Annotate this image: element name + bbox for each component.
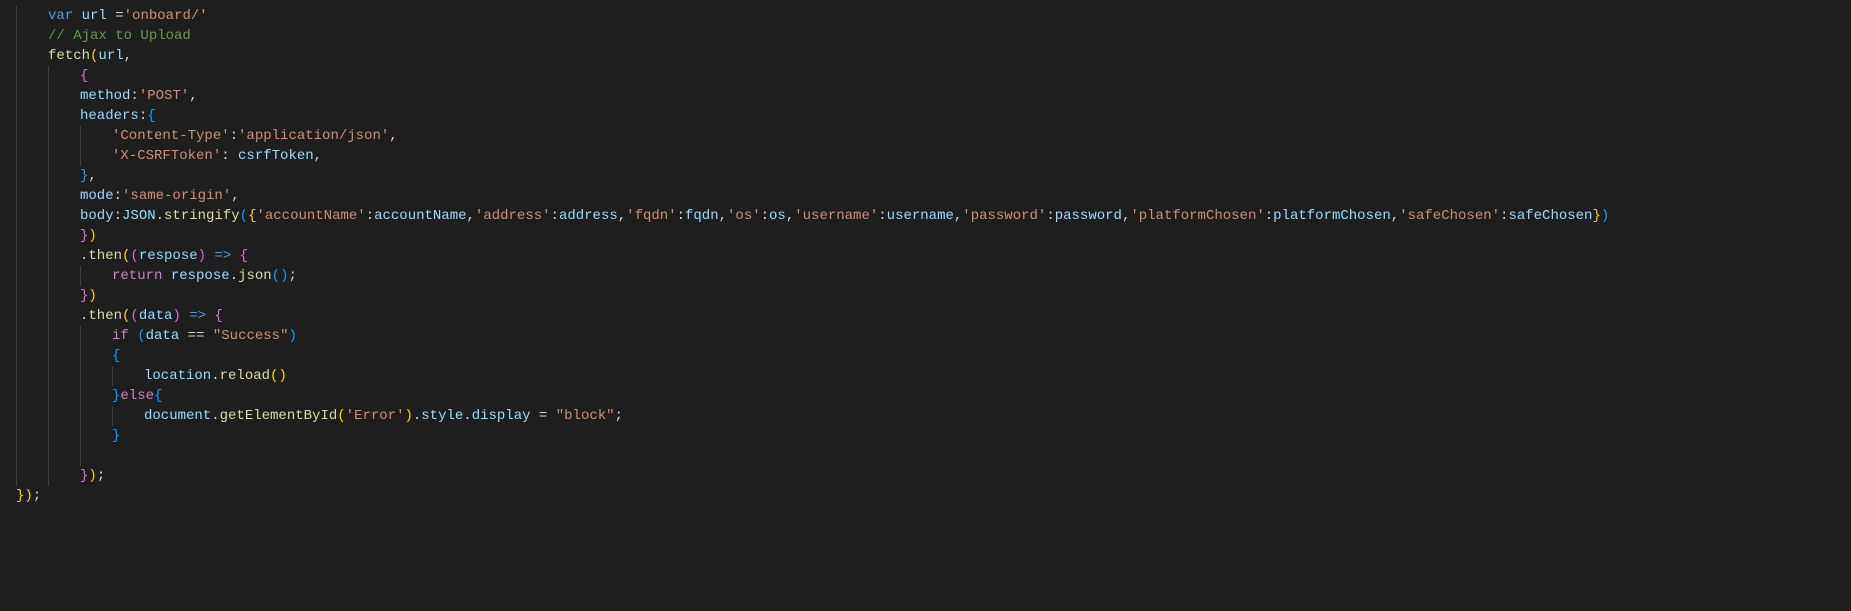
code-line[interactable]: {: [0, 346, 1851, 366]
code-content: if (data == "Success"): [112, 326, 297, 346]
code-line[interactable]: method:'POST',: [0, 86, 1851, 106]
code-content: 'Content-Type':'application/json',: [112, 126, 398, 146]
code-content: });: [16, 486, 41, 506]
code-line[interactable]: 'Content-Type':'application/json',: [0, 126, 1851, 146]
code-content: return respose.json();: [112, 266, 297, 286]
code-content: }: [112, 426, 120, 446]
code-content: {: [112, 346, 120, 366]
code-line[interactable]: },: [0, 166, 1851, 186]
code-line[interactable]: document.getElementById('Error').style.d…: [0, 406, 1851, 426]
code-content: body:JSON.stringify({'accountName':accou…: [80, 206, 1609, 226]
code-content: location.reload(): [144, 366, 287, 386]
indent-guides: [0, 446, 112, 466]
indent-guides: [0, 346, 112, 366]
indent-guides: [0, 306, 80, 326]
indent-guides: [0, 166, 80, 186]
code-content: }else{: [112, 386, 162, 406]
indent-guides: [0, 286, 80, 306]
indent-guides: [0, 46, 48, 66]
code-line[interactable]: }else{: [0, 386, 1851, 406]
code-line[interactable]: [0, 446, 1851, 466]
indent-guides: [0, 326, 112, 346]
indent-guides: [0, 126, 112, 146]
indent-guides: [0, 66, 80, 86]
indent-guides: [0, 6, 48, 26]
indent-guides: [0, 266, 112, 286]
code-line[interactable]: {: [0, 66, 1851, 86]
indent-guides: [0, 406, 144, 426]
code-content: method:'POST',: [80, 86, 198, 106]
code-line[interactable]: // Ajax to Upload: [0, 26, 1851, 46]
code-line[interactable]: .then((data) => {: [0, 306, 1851, 326]
indent-guides: [0, 426, 112, 446]
code-line[interactable]: headers:{: [0, 106, 1851, 126]
code-content: .then((data) => {: [80, 306, 223, 326]
indent-guides: [0, 186, 80, 206]
code-content: // Ajax to Upload: [48, 26, 191, 46]
code-line[interactable]: }): [0, 286, 1851, 306]
indent-guides: [0, 86, 80, 106]
code-content: });: [80, 466, 105, 486]
indent-guides: [0, 366, 144, 386]
code-line[interactable]: body:JSON.stringify({'accountName':accou…: [0, 206, 1851, 226]
code-line[interactable]: });: [0, 486, 1851, 506]
indent-guides: [0, 226, 80, 246]
code-content: .then((respose) => {: [80, 246, 248, 266]
code-editor[interactable]: var url ='onboard/'// Ajax to Uploadfetc…: [0, 0, 1851, 506]
indent-guides: [0, 206, 80, 226]
code-content: mode:'same-origin',: [80, 186, 240, 206]
code-line[interactable]: var url ='onboard/': [0, 6, 1851, 26]
indent-guides: [0, 106, 80, 126]
code-content: }): [80, 286, 97, 306]
code-line[interactable]: }): [0, 226, 1851, 246]
code-line[interactable]: fetch(url,: [0, 46, 1851, 66]
indent-guides: [0, 146, 112, 166]
code-content: fetch(url,: [48, 46, 132, 66]
code-content: },: [80, 166, 97, 186]
code-content: {: [80, 66, 88, 86]
indent-guides: [0, 26, 48, 46]
code-content: headers:{: [80, 106, 156, 126]
code-line[interactable]: mode:'same-origin',: [0, 186, 1851, 206]
indent-guides: [0, 246, 80, 266]
code-content: var url ='onboard/': [48, 6, 208, 26]
code-line[interactable]: }: [0, 426, 1851, 446]
code-content: }): [80, 226, 97, 246]
indent-guides: [0, 466, 80, 486]
code-line[interactable]: if (data == "Success"): [0, 326, 1851, 346]
code-line[interactable]: 'X-CSRFToken': csrfToken,: [0, 146, 1851, 166]
code-line[interactable]: .then((respose) => {: [0, 246, 1851, 266]
code-line[interactable]: return respose.json();: [0, 266, 1851, 286]
code-content: document.getElementById('Error').style.d…: [144, 406, 623, 426]
indent-guides: [0, 386, 112, 406]
code-content: 'X-CSRFToken': csrfToken,: [112, 146, 322, 166]
code-line[interactable]: });: [0, 466, 1851, 486]
code-line[interactable]: location.reload(): [0, 366, 1851, 386]
